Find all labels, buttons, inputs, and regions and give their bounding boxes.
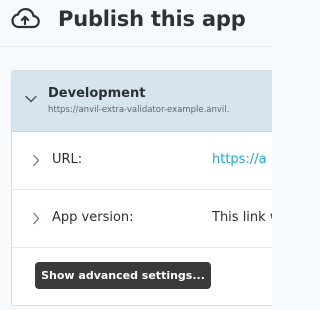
setting-row-url[interactable]: URL: https://a: [12, 132, 272, 190]
url-label: URL:: [52, 152, 83, 167]
environment-header-development[interactable]: Development https://anvil-extra-validato…: [12, 71, 272, 132]
environment-url: https://anvil-extra-validator-example.an…: [48, 105, 230, 115]
cloud-upload-icon: [11, 8, 40, 29]
environment-name: Development: [48, 86, 146, 101]
app-version-label: App version:: [52, 210, 134, 225]
page-title: Publish this app: [58, 7, 246, 31]
url-link[interactable]: https://a: [212, 151, 267, 169]
setting-row-app-version[interactable]: App version: This link w: [12, 190, 272, 248]
show-advanced-settings-button[interactable]: Show advanced settings...: [35, 262, 211, 289]
chevron-down-icon[interactable]: [24, 94, 38, 104]
publish-page: Publish this app Development https://anv…: [0, 0, 272, 310]
app-version-value: This link w: [212, 210, 272, 225]
chevron-right-icon[interactable]: [32, 212, 40, 225]
chevron-right-icon[interactable]: [32, 154, 40, 167]
page-header: Publish this app: [0, 0, 272, 47]
